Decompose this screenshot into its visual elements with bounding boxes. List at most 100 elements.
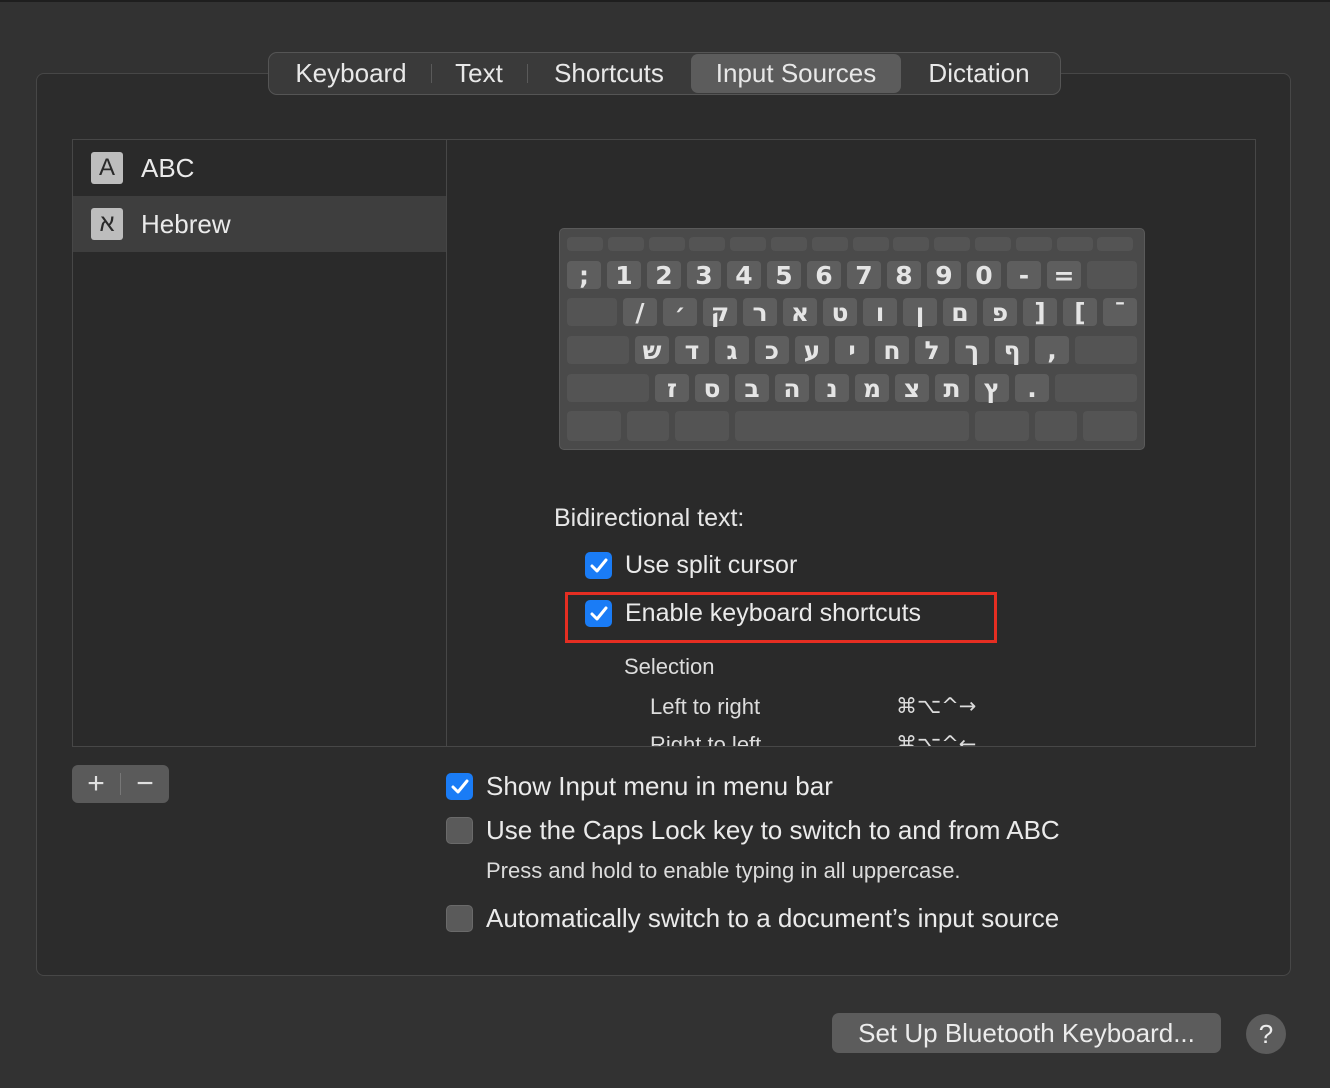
caps-lock-option[interactable]: Use the Caps Lock key to switch to and f… [446,815,1060,846]
source-item-abc[interactable]: A ABC [73,140,446,196]
keycap-blank [852,237,889,251]
keycap: מ [855,374,889,403]
keycap: / [623,298,657,327]
split-cursor-checkbox[interactable] [585,552,612,579]
shortcut-label: Left to right [650,694,761,719]
keycap: צ [895,374,929,403]
keycap: ת [935,374,969,403]
keycap: כ [755,336,789,365]
keycap: [ [1063,298,1097,327]
auto-switch-option[interactable]: Automatically switch to a document’s inp… [446,903,1059,934]
keycap: 0 [967,261,1001,290]
keycap: ן [903,298,937,327]
keycap: ג [715,336,749,365]
hebrew-source-icon: א [91,208,123,240]
keycap-blank [1055,374,1137,402]
keycap: ו [863,298,897,327]
keycap-blank [975,237,1011,251]
add-source-button[interactable]: + [72,765,120,803]
keycap-blank [975,411,1029,441]
help-button[interactable]: ? [1246,1014,1286,1054]
keycap-blank [627,411,669,441]
show-input-menu-checkbox[interactable] [446,773,473,800]
keycap: 2 [647,261,681,290]
keycap: ז [655,374,689,403]
abc-source-icon: A [91,152,123,184]
keycap-blank [567,411,621,441]
caps-lock-label: Use the Caps Lock key to switch to and f… [486,815,1060,845]
add-remove-group: + − [72,765,169,803]
keycap: ם [943,298,977,327]
keycap-blank [567,298,617,326]
keycap-blank [730,237,767,251]
keycap: , [1035,336,1069,365]
keycap: נ [815,374,849,403]
keycap: - [1007,261,1041,290]
keycap-blank [934,237,971,251]
annotation-highlight [565,592,997,643]
tab-keyboard[interactable]: Keyboard [271,54,431,93]
keycap-blank [567,237,603,251]
keycap-blank [675,411,729,441]
keycap-blank [648,237,685,251]
caps-lock-checkbox[interactable] [446,817,473,844]
window-top-edge [0,0,1330,2]
keycap-blank [771,237,807,251]
source-item-hebrew[interactable]: א Hebrew [73,196,446,252]
auto-switch-label: Automatically switch to a document’s inp… [486,903,1060,933]
keycap-blank [1083,411,1137,441]
keycap-blank [735,411,969,441]
keycap: 4 [727,261,761,290]
keycap: ץ [975,374,1009,403]
keycap: ד [675,336,709,365]
keycap: ע [795,336,829,365]
remove-source-button[interactable]: − [121,765,169,803]
keycap-blank [1035,411,1077,441]
keycap: ב [735,374,769,403]
keycap: 9 [927,261,961,290]
tab-text[interactable]: Text [431,54,527,93]
keycap: ל [915,336,949,365]
shortcut-label: Right to left [650,732,762,747]
keycap: ר [743,298,777,327]
keycap: ט [823,298,857,327]
keycap-blank [567,336,629,364]
keycap: 5 [767,261,801,290]
keycap-blank [1056,237,1093,251]
bidi-heading: Bidirectional text: [554,504,745,532]
keycap: ך [955,336,989,365]
shortcut-keys: ⌘⌥^← [896,732,977,747]
keycap: ] [1023,298,1057,327]
tab-bar: Keyboard Text Shortcuts Input Sources Di… [268,52,1061,95]
keycap: י [835,336,869,365]
keycap: 3 [687,261,721,290]
auto-switch-checkbox[interactable] [446,905,473,932]
keycap-blank [811,237,848,251]
keycap: . [1015,374,1049,403]
show-input-menu-option[interactable]: Show Input menu in menu bar [446,771,833,802]
source-name: Hebrew [141,208,231,239]
keycap: ˉ [1103,298,1137,327]
tab-input-sources[interactable]: Input Sources [691,54,901,93]
keycap: 1 [607,261,641,290]
show-input-menu-label: Show Input menu in menu bar [486,771,833,801]
caps-lock-hint: Press and hold to enable typing in all u… [486,858,961,883]
tab-dictation[interactable]: Dictation [901,54,1057,93]
keycap-blank [689,237,726,251]
keycap-blank [1075,336,1137,364]
split-cursor-option[interactable]: Use split cursor [585,551,797,580]
keycap: ק [703,298,737,327]
keycap-blank [893,237,930,251]
keycap: ס [695,374,729,403]
keycap: ש [635,336,669,365]
selection-heading: Selection [624,654,715,679]
tab-shortcuts[interactable]: Shortcuts [527,54,691,93]
checkmark-icon [590,558,607,572]
shortcut-row-rtl: Right to left ⌘⌥^← [650,732,980,747]
keycap: ף [995,336,1029,365]
setup-bluetooth-keyboard-button[interactable]: Set Up Bluetooth Keyboard... [832,1013,1221,1053]
keycap: 7 [847,261,881,290]
keyboard-layout-preview: ; 1 2 3 4 5 6 7 8 9 0- = / ׳ ק ר א ט ו ן ם פ][ˉ ש ד ג כ ע י ח ל ך ף, ז ס ב… [559,228,1145,450]
keycap-blank [1015,237,1052,251]
keycap: ׳ [663,298,697,327]
